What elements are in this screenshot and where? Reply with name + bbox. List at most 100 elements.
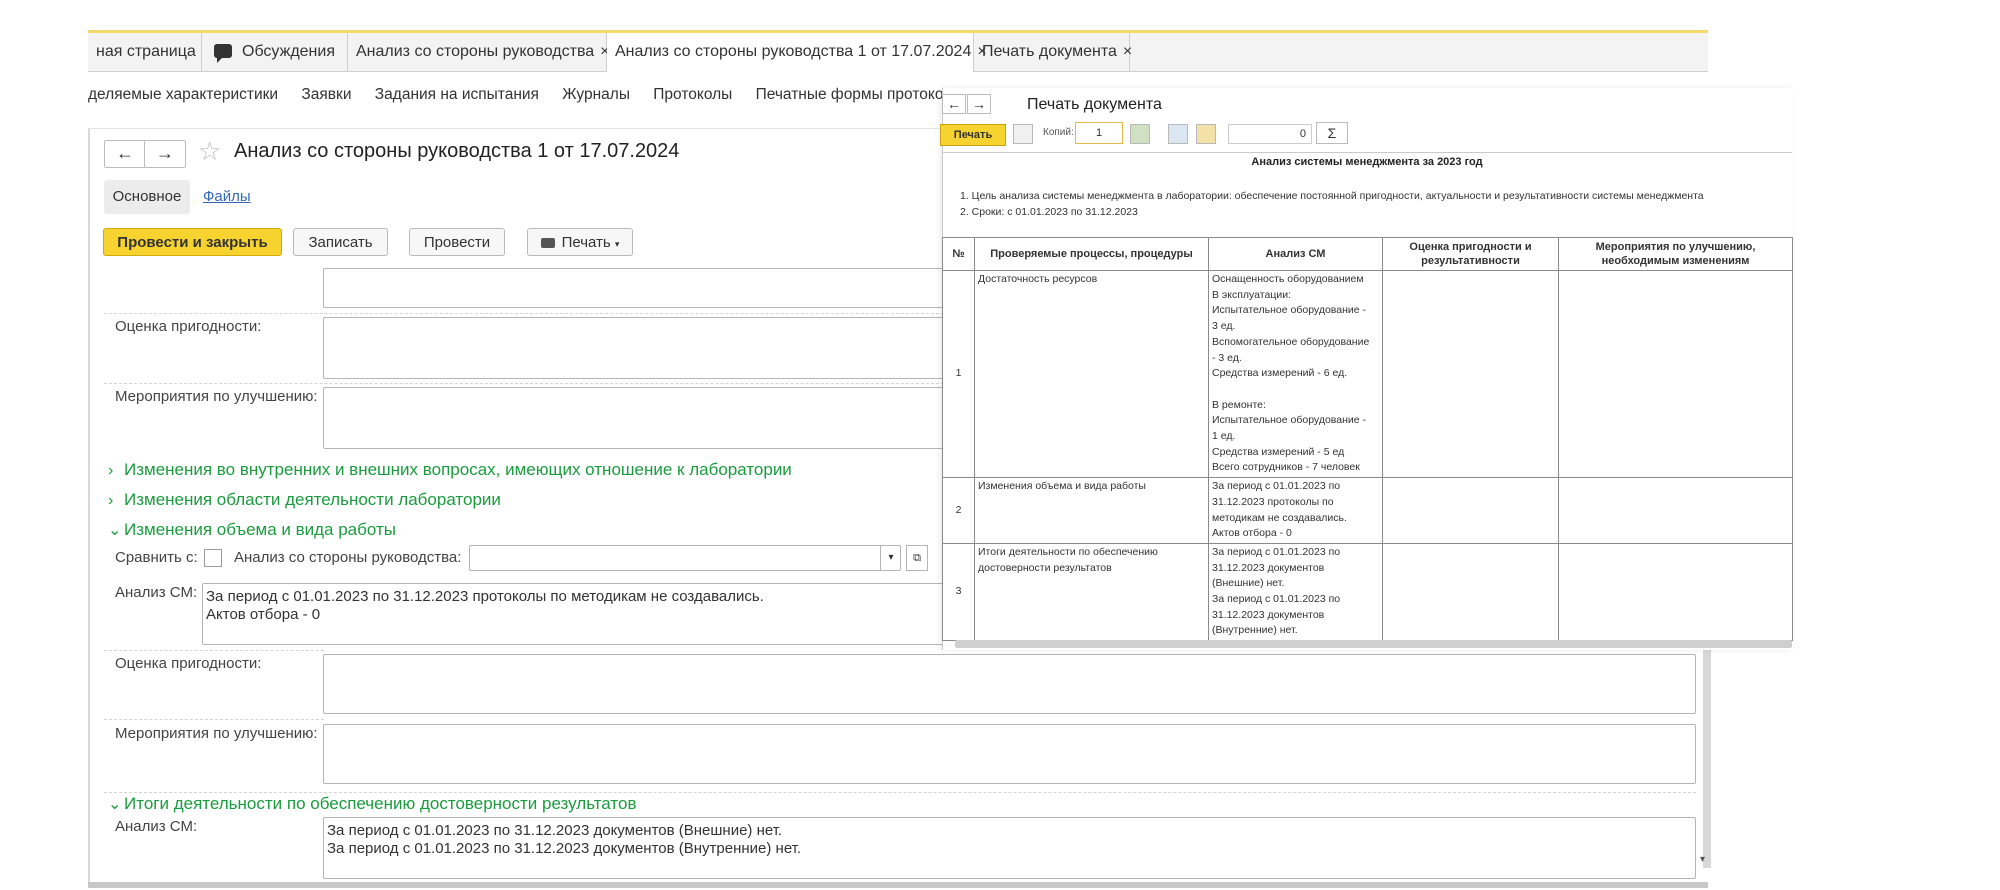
tab-label: ная страница — [96, 43, 196, 60]
print-forward-button[interactable]: → — [967, 94, 991, 114]
section-volume-changes[interactable]: ⌄ Изменения объема и вида работы — [108, 520, 396, 540]
subtab-files[interactable]: Файлы — [203, 188, 251, 205]
row-measures — [1558, 477, 1793, 544]
row-analysis: За период с 01.01.2023 по 31.12.2023 про… — [1208, 477, 1383, 544]
tab-discussions[interactable]: Обсуждения — [202, 33, 348, 71]
print-now-button[interactable]: Печать — [940, 124, 1006, 146]
vertical-scrollbar[interactable] — [1703, 650, 1711, 868]
tab-management-review-list[interactable]: Анализ со стороны руководства × — [348, 33, 610, 71]
report-table: № Проверяемые процессы, процедуры Анализ… — [942, 237, 1793, 642]
row-number: 2 — [942, 477, 975, 544]
arrow-left-icon: ← — [947, 96, 961, 112]
section-internal-external-issues[interactable]: › Изменения во внутренних и внешних вопро… — [108, 460, 792, 480]
nav-link-print-forms[interactable]: Печатные формы протоколов — [756, 86, 970, 103]
table-row: 1 Достаточность ресурсов Оснащенность об… — [942, 269, 1793, 479]
section-result-validity[interactable]: ⌄ Итоги деятельности по обеспечению досто… — [108, 794, 636, 814]
col-header-assessment: Оценка пригодности и результативности — [1382, 237, 1559, 271]
nav-link-characteristics[interactable]: деляемые характеристики — [88, 86, 278, 103]
analysis-label: Анализ СМ: — [115, 818, 198, 835]
star-icon[interactable]: ☆ — [198, 136, 221, 167]
report-period: 2. Сроки: с 01.01.2023 по 31.12.2023 — [960, 206, 1138, 218]
bottom-scrollbar[interactable] — [88, 882, 1708, 888]
dropdown-arrow-icon[interactable]: ▾ — [880, 545, 901, 571]
compare-checkbox[interactable] — [204, 549, 222, 567]
tab-management-review-doc[interactable]: Анализ со стороны руководства 1 от 17.07… — [607, 33, 987, 72]
row-assessment — [1382, 269, 1559, 479]
discussion-icon — [214, 44, 232, 63]
row-measures — [1558, 269, 1793, 479]
tab-home[interactable]: ная страница — [88, 33, 202, 71]
row-process: Изменения объема и вида работы — [974, 477, 1209, 544]
print-back-button[interactable]: ← — [942, 94, 966, 114]
save-button[interactable]: Записать — [293, 228, 388, 256]
tab-label: Анализ со стороны руководства 1 от 17.07… — [615, 43, 972, 60]
print-now-label: Печать — [953, 129, 993, 141]
divider — [104, 792, 1696, 793]
chevron-right-icon: › — [108, 462, 114, 479]
nav-link-protocols[interactable]: Протоколы — [653, 86, 732, 103]
row-number: 1 — [942, 269, 975, 479]
save-icon[interactable] — [1168, 124, 1188, 144]
col-header-num: № — [942, 237, 975, 271]
divider — [942, 152, 1792, 153]
close-icon[interactable]: × — [1123, 43, 1132, 60]
suitability-field-volume[interactable] — [323, 654, 1696, 714]
improvement-field-volume[interactable] — [323, 724, 1696, 784]
copies-label: Копий: — [1043, 127, 1074, 138]
analysis-results-text: За период с 01.01.2023 по 31.12.2023 док… — [327, 822, 802, 857]
section-title: Изменения объема и вида работы — [124, 520, 396, 539]
chevron-down-icon: ⌄ — [108, 796, 122, 813]
tab-bar: ная страница Обсуждения Анализ со сторон… — [88, 30, 1708, 72]
post-and-close-button[interactable]: Провести и закрыть — [103, 228, 282, 256]
edit-icon[interactable] — [1130, 124, 1150, 144]
nav-link-requests[interactable]: Заявки — [301, 86, 351, 103]
section-scope-changes[interactable]: › Изменения области деятельности лаборато… — [108, 490, 501, 510]
section-title: Изменения во внутренних и внешних вопрос… — [124, 460, 792, 479]
row-assessment — [1382, 542, 1559, 642]
forward-button[interactable]: → — [144, 140, 186, 168]
compare-doc-label: Анализ со стороны руководства: — [234, 549, 462, 566]
compare-label: Сравнить с: — [115, 549, 198, 566]
print-label: Печать — [561, 234, 611, 251]
section-title: Итоги деятельности по обеспечению достов… — [124, 794, 637, 813]
row-measures — [1558, 542, 1793, 642]
divider — [104, 719, 324, 720]
post-button[interactable]: Провести — [409, 228, 505, 256]
print-horizontal-scrollbar[interactable] — [955, 640, 1792, 648]
section-title: Изменения области деятельности лаборатор… — [124, 490, 501, 509]
nav-link-journals[interactable]: Журналы — [562, 86, 630, 103]
improvement-field[interactable] — [323, 387, 1023, 449]
sum-button[interactable]: Σ — [1316, 122, 1348, 144]
improvement-label: Мероприятия по улучшению: — [115, 388, 318, 405]
print-window-title: Печать документа — [1027, 96, 1162, 113]
tab-print-document[interactable]: Печать документа × — [974, 33, 1132, 71]
chevron-down-icon: ⌄ — [108, 522, 122, 539]
tab-label: Анализ со стороны руководства — [356, 43, 595, 60]
preview-icon[interactable] — [1013, 124, 1033, 144]
sum-field: 0 — [1228, 124, 1312, 144]
report-title: Анализ системы менеджмента за 2023 год — [1251, 156, 1483, 168]
suitability-field[interactable] — [323, 317, 1023, 379]
copies-input[interactable]: 1 — [1075, 122, 1123, 144]
chevron-down-icon: ▾ — [614, 239, 620, 249]
suitability-label: Оценка пригодности: — [115, 655, 262, 672]
open-icon[interactable]: ⧉ — [906, 545, 928, 571]
col-header-measures: Мероприятия по улучшению, необходимым из… — [1558, 237, 1793, 271]
nav-link-test-tasks[interactable]: Задания на испытания — [375, 86, 539, 103]
mail-icon[interactable] — [1196, 124, 1216, 144]
analysis-field-top[interactable] — [323, 268, 1023, 308]
print-button[interactable]: Печать ▾ — [527, 228, 633, 256]
divider — [104, 650, 324, 651]
analysis-volume-text: За период с 01.01.2023 по 31.12.2023 про… — [206, 588, 764, 623]
subtab-main[interactable]: Основное — [104, 180, 190, 214]
tab-label: Печать документа — [982, 43, 1117, 60]
compare-doc-select[interactable] — [469, 545, 901, 571]
back-button[interactable]: ← — [104, 140, 146, 168]
scroll-down-icon[interactable]: ▾ — [1700, 854, 1705, 865]
divider — [104, 313, 944, 314]
arrow-left-icon: ← — [116, 143, 134, 163]
col-header-analysis: Анализ СМ — [1208, 237, 1383, 271]
analysis-label: Анализ СМ: — [115, 584, 198, 601]
row-assessment — [1382, 477, 1559, 544]
sigma-icon: Σ — [1327, 125, 1337, 141]
